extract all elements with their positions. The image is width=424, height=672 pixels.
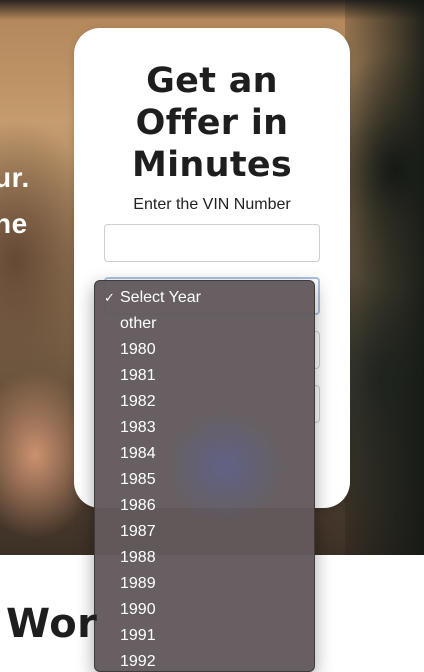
- year-option-1987[interactable]: 1987: [95, 519, 314, 545]
- form-title: Get an Offer in Minutes: [74, 60, 350, 186]
- year-option-1986[interactable]: 1986: [95, 493, 314, 519]
- year-dropdown-menu[interactable]: ✓ Select Year other 1980 1981 1982 1983 …: [94, 280, 315, 672]
- section-heading: Wor: [6, 601, 98, 647]
- year-option-select-year[interactable]: ✓ Select Year: [95, 285, 314, 311]
- checkmark-icon: ✓: [104, 290, 115, 305]
- form-title-line-2: Offer in: [135, 103, 289, 143]
- hero-headline-fragment: ur.: [0, 162, 30, 193]
- year-option-1985[interactable]: 1985: [95, 467, 314, 493]
- year-option-1982[interactable]: 1982: [95, 389, 314, 415]
- form-title-line-3: Minutes: [131, 145, 293, 185]
- vin-label: Enter the VIN Number: [133, 196, 291, 213]
- vin-input[interactable]: [104, 224, 320, 262]
- year-option-1988[interactable]: 1988: [95, 545, 314, 571]
- year-option-other[interactable]: other: [95, 311, 314, 337]
- form-title-line-1: Get an: [146, 61, 278, 101]
- year-option-1991[interactable]: 1991: [95, 623, 314, 649]
- year-option-1984[interactable]: 1984: [95, 441, 314, 467]
- year-option-1981[interactable]: 1981: [95, 363, 314, 389]
- year-option-1983[interactable]: 1983: [95, 415, 314, 441]
- year-option-1980[interactable]: 1980: [95, 337, 314, 363]
- hero-subline-fragment: ne: [0, 208, 28, 239]
- year-option-1990[interactable]: 1990: [95, 597, 314, 623]
- year-option-1992[interactable]: 1992: [95, 649, 314, 671]
- year-option-label: Select Year: [120, 289, 201, 306]
- year-option-1989[interactable]: 1989: [95, 571, 314, 597]
